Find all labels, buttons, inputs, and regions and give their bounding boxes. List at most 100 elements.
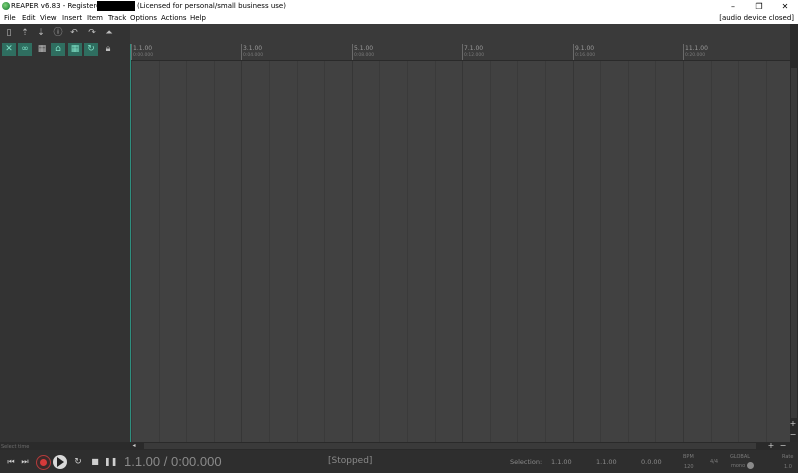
restore-button[interactable]: ❐ (746, 0, 772, 13)
ruler-marker (683, 44, 684, 60)
bpm-value[interactable]: 120 (684, 464, 694, 470)
region-lane[interactable] (130, 24, 790, 44)
play-button[interactable] (53, 455, 67, 469)
scroll-left-icon[interactable]: ◂ (130, 442, 138, 449)
zoom-in-vertical-icon[interactable]: + (789, 419, 797, 428)
grid-line (462, 61, 463, 442)
grid-line (600, 61, 601, 442)
main-toolbar: ▯ ⇡ ⇣ ⓘ ↶ ↷ ⏶ ✕ ∞ ▦ ⌂ ▦ ↻ 🔒︎ (0, 24, 130, 60)
selection-label: Selection: (510, 458, 543, 466)
ripple-edit-icon[interactable]: ∞ (18, 43, 32, 56)
ruler-marker (131, 44, 132, 60)
ruler-marker (573, 44, 574, 60)
ruler-time-label: 0:12.000 (464, 53, 485, 58)
menu-edit[interactable]: Edit (22, 14, 36, 22)
vertical-scroll-thumb[interactable] (791, 68, 797, 418)
grid-line (214, 61, 215, 442)
grid-line (407, 61, 408, 442)
toggle-knob-icon[interactable] (747, 462, 754, 469)
save-project-icon[interactable]: ⇣ (34, 27, 48, 40)
grid-line (517, 61, 518, 442)
grid-line (297, 61, 298, 442)
transport-state: [Stopped] (328, 456, 373, 466)
ruler-marker (462, 44, 463, 60)
grid-line (711, 61, 712, 442)
grid-line (683, 61, 684, 442)
menu-help[interactable]: Help (190, 14, 206, 22)
ruler-time-label: 0:20.000 (685, 53, 706, 58)
repeat-icon[interactable]: ↻ (72, 457, 84, 467)
title-bar: REAPER v6.83 - Registered to (Licensed f… (0, 0, 798, 13)
position-display[interactable]: 1.1.00 / 0:00.000 (124, 454, 222, 469)
open-project-icon[interactable]: ⇡ (18, 27, 32, 40)
snap-icon[interactable]: ▦ (68, 43, 82, 56)
transport-bar (0, 450, 798, 473)
audio-device-status: [audio device closed] (719, 14, 794, 22)
menu-file[interactable]: File (4, 14, 16, 22)
grid-line (490, 61, 491, 442)
global-button[interactable]: GLOBAL (730, 454, 750, 460)
metronome-icon[interactable]: ⏶ (102, 27, 116, 40)
ruler-measure-label: 1.1.00 (133, 45, 153, 52)
minimize-button[interactable]: – (720, 0, 746, 13)
grid-line (379, 61, 380, 442)
timeline-ruler[interactable]: 1.1.00 0:00.000 3.1.00 0:04.000 5.1.00 0… (130, 44, 790, 61)
menu-options[interactable]: Options (130, 14, 157, 22)
selection-end[interactable]: 1.1.00 (596, 458, 617, 466)
edit-cursor[interactable] (130, 44, 131, 442)
lock-icon[interactable]: 🔒︎ (101, 43, 115, 56)
close-button[interactable]: ✕ (772, 0, 798, 13)
zoom-out-horizontal-icon[interactable]: − (778, 441, 788, 450)
loop-icon[interactable]: ↻ (84, 43, 98, 56)
ruler-time-label: 0:04.000 (243, 53, 264, 58)
rate-value[interactable]: 1.0 (784, 464, 792, 470)
ruler-time-label: 0:16.000 (575, 53, 596, 58)
ruler-measure-label: 11.1.00 (685, 45, 708, 52)
horizontal-scroll-thumb[interactable] (144, 443, 756, 449)
redacted-name (97, 1, 135, 11)
vertical-scrollbar[interactable] (790, 60, 798, 442)
menu-view[interactable]: View (40, 14, 57, 22)
auto-crossfade-icon[interactable]: ✕ (2, 43, 16, 56)
pause-icon[interactable]: ❚❚ (104, 457, 117, 466)
new-project-icon[interactable]: ▯ (2, 27, 16, 40)
grid-line (186, 61, 187, 442)
menu-item[interactable]: Item (87, 14, 103, 22)
zoom-out-vertical-icon[interactable]: − (789, 430, 797, 439)
time-signature[interactable]: 4/4 (710, 459, 718, 465)
bpm-label: BPM (683, 454, 694, 460)
grid-line (324, 61, 325, 442)
go-to-start-icon[interactable]: ⏮ (6, 457, 16, 467)
zoom-in-horizontal-icon[interactable]: + (766, 441, 776, 450)
horizontal-scrollbar[interactable] (130, 442, 790, 450)
ruler-measure-label: 3.1.00 (243, 45, 263, 52)
grid-line (269, 61, 270, 442)
stop-icon[interactable]: ■ (89, 457, 101, 466)
record-button[interactable] (36, 455, 51, 470)
ruler-marker (241, 44, 242, 60)
ruler-marker (352, 44, 353, 60)
envelope-lock-icon[interactable]: ⌂ (51, 43, 65, 56)
ruler-measure-label: 9.1.00 (575, 45, 595, 52)
license-text: (Licensed for personal/small business us… (137, 2, 286, 10)
grid-line (655, 61, 656, 442)
menu-track[interactable]: Track (108, 14, 126, 22)
project-settings-icon[interactable]: ⓘ (51, 27, 65, 40)
undo-icon[interactable]: ↶ (67, 27, 81, 40)
selection-length[interactable]: 0.0.00 (641, 458, 662, 466)
menu-actions[interactable]: Actions (161, 14, 187, 22)
grid-line (573, 61, 574, 442)
arrange-view[interactable]: 1.1.00 0:00.000 3.1.00 0:04.000 5.1.00 0… (130, 24, 790, 442)
ruler-measure-label: 5.1.00 (354, 45, 374, 52)
rate-label: Rate (782, 454, 794, 460)
ruler-time-label: 0:00.000 (133, 53, 154, 58)
grid-icon[interactable]: ▦ (35, 43, 49, 56)
go-to-end-icon[interactable]: ⏭ (20, 457, 30, 467)
grid-line (545, 61, 546, 442)
redo-icon[interactable]: ↷ (85, 27, 99, 40)
track-control-panel[interactable] (0, 60, 130, 442)
ruler-time-label: 0:08.000 (354, 53, 375, 58)
selection-start[interactable]: 1.1.00 (551, 458, 572, 466)
grid-line (131, 61, 132, 442)
menu-insert[interactable]: Insert (62, 14, 82, 22)
